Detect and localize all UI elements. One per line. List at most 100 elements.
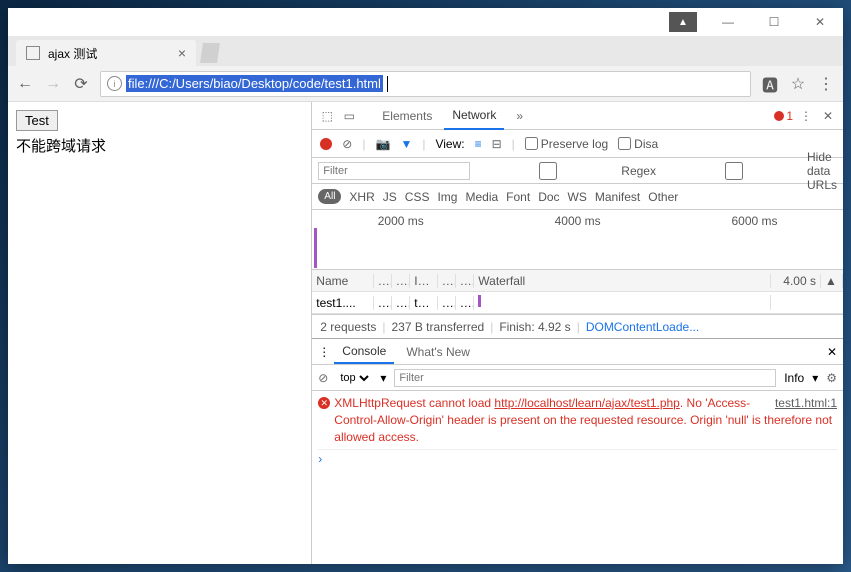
type-other[interactable]: Other (648, 190, 678, 204)
timeline-bar (314, 228, 317, 268)
devtools-menu-icon[interactable]: ⋮ (797, 107, 815, 125)
context-select[interactable]: top (336, 371, 372, 385)
table-header: Name ...... Ini... ...... Waterfall 4.00… (312, 270, 843, 292)
scroll-up-icon[interactable]: ▲ (821, 274, 843, 288)
error-icon: ✕ (318, 397, 330, 409)
drawer-tabs: ⋮ Console What's New ✕ (312, 339, 843, 365)
chevron-down-icon: ▾ (812, 371, 818, 385)
site-info-icon[interactable]: i (107, 76, 122, 91)
summary-dcl: DOMContentLoade... (586, 320, 699, 334)
type-media[interactable]: Media (465, 190, 498, 204)
page-viewport: Test 不能跨域请求 (8, 102, 311, 564)
titlebar: ▲ — ☐ ✕ (8, 8, 843, 36)
new-tab-button[interactable] (200, 43, 220, 63)
error-badge[interactable]: 1 (774, 109, 793, 123)
drawer-menu-icon[interactable]: ⋮ (318, 345, 330, 359)
type-img[interactable]: Img (437, 190, 457, 204)
browser-tab[interactable]: ajax 测试 × (16, 40, 196, 66)
error-prefix: XMLHttpRequest cannot load (334, 396, 494, 410)
url-text: file:///C:/Users/biao/Desktop/code/test1… (126, 75, 383, 92)
filter-bar: Regex Hide data URLs (312, 158, 843, 184)
tab-elements[interactable]: Elements (374, 103, 440, 129)
devtools-panel: ⬚ ▭ Elements Network » 1 ⋮ ✕ ⊘ | 📷 ▼ | V… (311, 102, 843, 564)
tab-title: ajax 测试 (48, 45, 97, 62)
clear-console-icon[interactable]: ⊘ (318, 371, 328, 385)
reload-button[interactable]: ⟳ (72, 74, 90, 94)
translate-icon[interactable]: 🅰 (761, 72, 779, 96)
tab-network[interactable]: Network (444, 102, 504, 130)
preserve-log-checkbox[interactable]: Preserve log (525, 137, 608, 151)
regex-checkbox[interactable]: Regex (478, 162, 656, 180)
user-profile-icon[interactable]: ▲ (669, 12, 697, 32)
url-input[interactable]: i file:///C:/Users/biao/Desktop/code/tes… (100, 71, 751, 97)
text-cursor (387, 76, 388, 92)
error-source[interactable]: test1.html:1 (775, 395, 837, 412)
tab-bar: ajax 测试 × (8, 36, 843, 66)
console-prompt[interactable]: › (318, 449, 837, 466)
capture-icon[interactable]: 📷 (375, 137, 390, 151)
view-frame-icon[interactable]: ⊟ (492, 137, 502, 151)
bookmark-icon[interactable]: ☆ (789, 74, 807, 94)
gear-icon[interactable]: ⚙ (826, 371, 837, 385)
type-js[interactable]: JS (383, 190, 397, 204)
devtools-tabs: ⬚ ▭ Elements Network » 1 ⋮ ✕ (312, 102, 843, 130)
maximize-button[interactable]: ☐ (751, 8, 797, 36)
tab-close-icon[interactable]: × (178, 45, 186, 61)
requests-table: Name ...... Ini... ...... Waterfall 4.00… (312, 270, 843, 315)
col-name[interactable]: Name (312, 274, 374, 288)
drawer-tab-whatsnew[interactable]: What's New (398, 341, 478, 363)
view-label: View: (435, 137, 464, 151)
summary-requests: 2 requests (320, 320, 376, 334)
minimize-button[interactable]: — (705, 8, 751, 36)
request-name: test1.... (312, 296, 374, 310)
view-list-icon[interactable]: ≡ (475, 137, 482, 151)
type-xhr[interactable]: XHR (349, 190, 374, 204)
browser-window: ▲ — ☐ ✕ ajax 测试 × ← → ⟳ i file:///C:/Use… (8, 8, 843, 564)
record-button[interactable] (320, 138, 332, 150)
clear-icon[interactable]: ⊘ (342, 137, 352, 151)
level-label[interactable]: Info (784, 371, 804, 385)
chevron-down-icon: ▾ (380, 371, 386, 385)
console-filter-input[interactable] (394, 369, 776, 387)
col-initiator[interactable]: Ini... (410, 274, 438, 288)
back-button[interactable]: ← (16, 75, 34, 93)
tick: 2000 ms (378, 214, 424, 228)
console-output: ✕ test1.html:1 XMLHttpRequest cannot loa… (312, 391, 843, 564)
summary-finish: Finish: 4.92 s (499, 320, 570, 334)
drawer-tab-console[interactable]: Console (334, 340, 394, 364)
page-message: 不能跨域请求 (16, 135, 303, 156)
menu-icon[interactable]: ⋮ (817, 74, 835, 94)
table-row[interactable]: test1.... ...... te... ...... (312, 292, 843, 314)
filter-toggle-icon[interactable]: ▼ (400, 137, 412, 151)
forward-button[interactable]: → (44, 75, 62, 93)
col-time: 4.00 s (771, 274, 821, 288)
request-initiator: te... (410, 296, 438, 310)
summary-transferred: 237 B transferred (391, 320, 484, 334)
tick: 6000 ms (732, 214, 778, 228)
inspect-icon[interactable]: ⬚ (318, 107, 336, 125)
drawer-close-icon[interactable]: ✕ (827, 345, 837, 359)
type-css[interactable]: CSS (405, 190, 430, 204)
network-filter-input[interactable] (318, 162, 470, 180)
tick: 4000 ms (555, 214, 601, 228)
window-close-button[interactable]: ✕ (797, 8, 843, 36)
file-icon (26, 46, 40, 60)
device-toggle-icon[interactable]: ▭ (340, 107, 358, 125)
error-url[interactable]: http://localhost/learn/ajax/test1.php (494, 396, 679, 410)
network-summary: 2 requests| 237 B transferred| Finish: 4… (312, 315, 843, 339)
col-waterfall[interactable]: Waterfall (474, 274, 771, 288)
devtools-close-icon[interactable]: ✕ (819, 107, 837, 125)
type-manifest[interactable]: Manifest (595, 190, 640, 204)
type-all[interactable]: All (318, 189, 341, 204)
type-filters: All XHR JS CSS Img Media Font Doc WS Man… (312, 184, 843, 210)
timeline-overview[interactable]: 2000 ms 4000 ms 6000 ms (312, 210, 843, 270)
console-toolbar: ⊘ top ▾ Info ▾ ⚙ (312, 365, 843, 391)
test-button[interactable]: Test (16, 110, 58, 131)
tab-more[interactable]: » (508, 103, 531, 129)
type-ws[interactable]: WS (568, 190, 587, 204)
console-error[interactable]: ✕ test1.html:1 XMLHttpRequest cannot loa… (318, 395, 837, 445)
type-font[interactable]: Font (506, 190, 530, 204)
content-area: Test 不能跨域请求 ⬚ ▭ Elements Network » 1 ⋮ ✕… (8, 102, 843, 564)
type-doc[interactable]: Doc (538, 190, 559, 204)
disable-cache-checkbox[interactable]: Disa (618, 137, 658, 151)
